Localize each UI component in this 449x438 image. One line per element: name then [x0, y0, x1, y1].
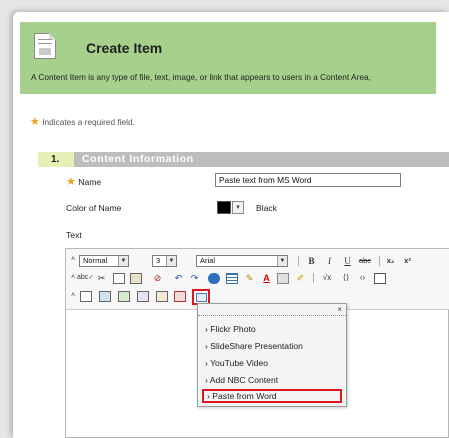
name-label-text: Name	[78, 177, 102, 187]
menu-arrow-icon: ›	[205, 324, 208, 334]
section-number: 1.	[38, 152, 74, 167]
menu-item-label: YouTube Video	[210, 358, 269, 368]
name-input[interactable]	[215, 173, 401, 187]
collapse-row-icon[interactable]: ˄	[69, 290, 77, 302]
menu-item-youtube-video[interactable]: › YouTube Video	[202, 356, 342, 370]
insert-image-icon[interactable]	[99, 291, 111, 302]
editor-toolbar: ˄ Normal ▼ 3 ▼ Arial ▼ B I U abc x₂ x² ˄…	[66, 249, 449, 310]
html-icon[interactable]: ‹›	[356, 272, 369, 284]
subscript-button[interactable]: x₂	[384, 255, 397, 267]
collapse-row-icon[interactable]: ˄	[69, 272, 77, 284]
insert-document-icon[interactable]	[174, 291, 186, 302]
menu-item-slideshare-presentation[interactable]: › SlideShare Presentation	[202, 339, 342, 353]
color-swatch[interactable]	[217, 201, 231, 214]
menu-item-flickr-photo[interactable]: › Flickr Photo	[202, 322, 342, 336]
menu-arrow-icon: ›	[205, 375, 208, 385]
attach-file-icon[interactable]	[80, 291, 92, 302]
math-icon[interactable]: √x	[318, 272, 336, 284]
color-dropdown-button[interactable]: ▾	[232, 201, 244, 214]
page-description: A Content Item is any type of file, text…	[31, 72, 371, 82]
required-note: ★ Indicates a required field.	[30, 115, 135, 128]
menu-item-paste-from-word[interactable]: › Paste from Word	[202, 389, 342, 403]
chevron-down-icon: ▼	[118, 256, 128, 266]
menu-item-label: SlideShare Presentation	[210, 341, 303, 351]
insert-media-icon[interactable]	[118, 291, 130, 302]
redo-icon[interactable]: ↷	[188, 272, 201, 284]
required-note-text: Indicates a required field.	[42, 117, 135, 127]
embed-icon[interactable]: ⟨⟩	[338, 272, 354, 284]
insert-flash-icon[interactable]	[156, 291, 168, 302]
menu-item-label: Flickr Photo	[210, 324, 256, 334]
chevron-down-icon: ▼	[166, 256, 176, 266]
font-color-icon[interactable]: A	[260, 272, 273, 284]
highlight-icon[interactable]: ✐	[294, 272, 307, 284]
required-star-icon: ★	[30, 116, 40, 128]
insert-multimedia-icon[interactable]	[137, 291, 149, 302]
page-header	[20, 22, 436, 94]
menu-item-label: Paste from Word	[212, 391, 277, 401]
page-title: Create Item	[86, 40, 163, 56]
mashup-menu: × › Flickr Photo › SlideShare Presentati…	[197, 303, 347, 407]
format-select-value: Normal	[83, 256, 108, 265]
section-header: 1. Content Information	[38, 152, 449, 167]
section-title: Content Information	[82, 153, 194, 165]
strikethrough-button[interactable]: abc	[356, 255, 374, 267]
menu-item-add-nbc-content[interactable]: › Add NBC Content	[202, 373, 342, 387]
menu-arrow-icon: ›	[207, 391, 210, 401]
cut-icon[interactable]: ✂	[95, 272, 108, 284]
superscript-button[interactable]: x²	[401, 255, 414, 267]
pencil-icon[interactable]: ✎	[243, 272, 256, 284]
required-star-icon: ★	[66, 176, 76, 188]
size-select-value: 3	[156, 256, 161, 265]
bold-button[interactable]: B	[305, 255, 318, 267]
mashup-menu-titlebar: ×	[198, 304, 346, 316]
menu-arrow-icon: ›	[205, 341, 208, 351]
font-select-value: Arial	[200, 256, 216, 265]
copy-icon[interactable]	[113, 273, 125, 284]
color-name: Black	[256, 203, 278, 213]
spellcheck-button[interactable]: abc✓	[77, 272, 94, 284]
size-select[interactable]: 3 ▼	[152, 255, 177, 267]
name-label: ★ Name	[66, 175, 101, 188]
underline-button[interactable]: U	[341, 255, 354, 267]
menu-arrow-icon: ›	[205, 358, 208, 368]
insert-icon[interactable]	[277, 273, 289, 284]
spellcheck-text: abc	[77, 274, 89, 281]
document-icon	[34, 33, 56, 59]
paste-icon[interactable]	[130, 273, 142, 284]
menu-item-label: Add NBC Content	[209, 375, 279, 385]
chevron-down-icon: ▼	[277, 256, 287, 266]
unlink-icon[interactable]: ⊘	[151, 272, 164, 284]
close-icon[interactable]: ×	[337, 304, 342, 316]
text-label: Text	[66, 230, 82, 240]
table-icon[interactable]	[226, 273, 238, 284]
link-icon[interactable]	[208, 273, 220, 284]
fullscreen-icon[interactable]	[374, 273, 386, 284]
font-select[interactable]: Arial ▼	[196, 255, 288, 267]
color-of-name-label: Color of Name	[66, 203, 122, 213]
format-select[interactable]: Normal ▼	[79, 255, 129, 267]
italic-button[interactable]: I	[323, 255, 336, 267]
undo-icon[interactable]: ↶	[172, 272, 185, 284]
collapse-row-icon[interactable]: ˄	[69, 254, 77, 266]
